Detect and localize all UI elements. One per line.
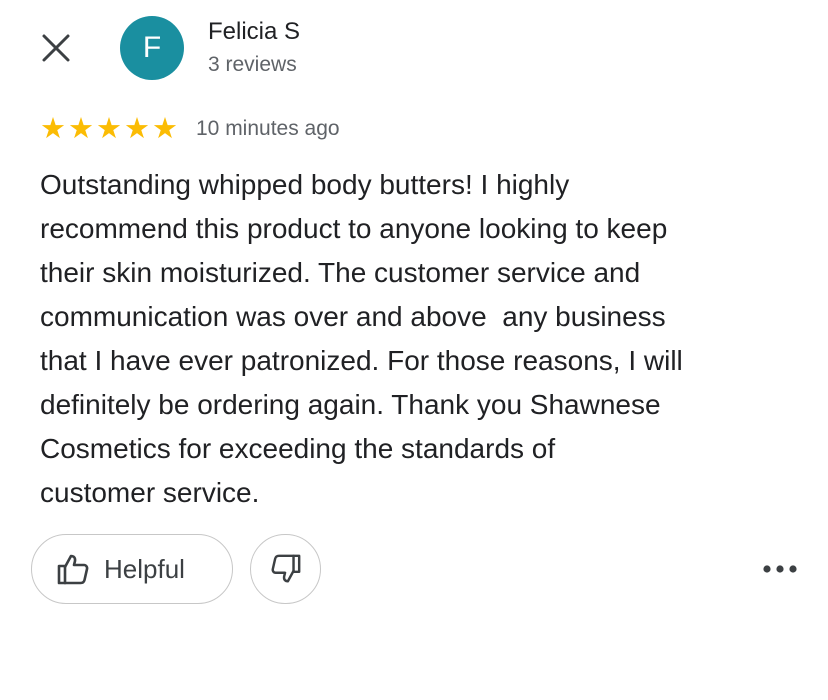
star-icon: ★	[124, 113, 150, 145]
review-timestamp: 10 minutes ago	[196, 117, 340, 140]
not-helpful-button[interactable]	[250, 534, 321, 604]
thumbs-up-icon	[57, 554, 89, 585]
star-icon: ★	[40, 113, 66, 145]
close-icon	[42, 34, 70, 62]
helpful-label: Helpful	[104, 553, 185, 584]
star-icon: ★	[96, 113, 122, 145]
avatar[interactable]: F	[120, 16, 184, 80]
star-rating: ★ ★ ★ ★ ★	[40, 114, 178, 144]
star-icon: ★	[152, 113, 178, 145]
review-count: 3 reviews	[208, 53, 297, 76]
review-body: Outstanding whipped body butters! I high…	[40, 169, 683, 508]
star-icon: ★	[68, 113, 94, 145]
avatar-initial: F	[142, 31, 162, 64]
more-options-button[interactable]	[756, 552, 804, 586]
reviewer-name[interactable]: Felicia S	[208, 18, 300, 46]
more-horizontal-icon	[763, 565, 797, 573]
helpful-button[interactable]: Helpful	[31, 534, 233, 604]
rating-row: ★ ★ ★ ★ ★ 10 minutes ago	[40, 114, 340, 144]
close-button[interactable]	[36, 28, 76, 68]
thumbs-down-icon	[271, 554, 300, 583]
